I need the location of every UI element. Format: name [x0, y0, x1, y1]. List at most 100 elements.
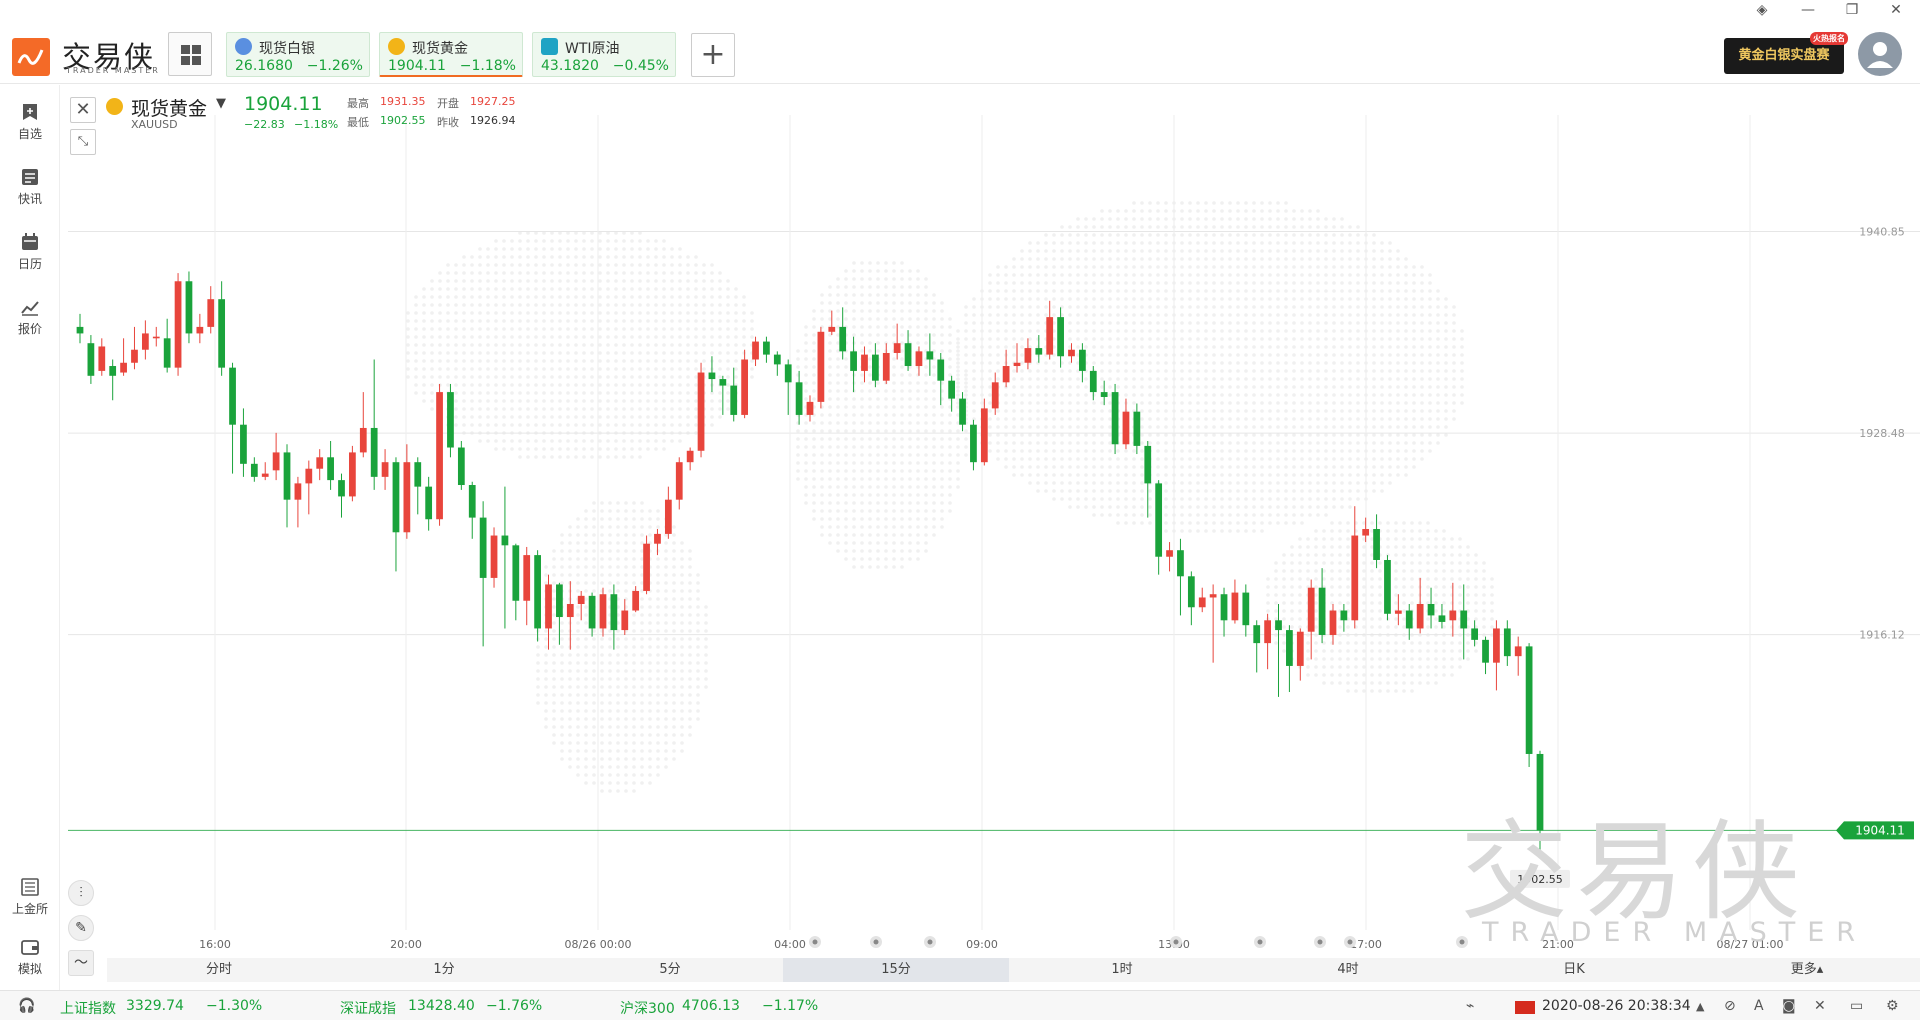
candle-body — [370, 427, 378, 477]
candle-body — [599, 594, 607, 629]
event-marker-dot — [812, 939, 818, 945]
index-value: 13428.40 — [408, 998, 475, 1014]
caret-up-icon[interactable]: ▲ — [1696, 1000, 1704, 1013]
network-icon[interactable]: ⌁ — [1466, 998, 1474, 1014]
candle-body — [1493, 628, 1500, 663]
settings-icon[interactable]: ⚙ — [1886, 998, 1899, 1014]
candle-body — [719, 379, 727, 386]
indicator-tool-icon[interactable]: ⫶ — [68, 880, 94, 906]
ticker-tab-gold[interactable]: 现货黄金 1904.11 −1.18% — [379, 32, 523, 77]
candle-body — [741, 359, 749, 415]
index-name[interactable]: 深证成指 — [340, 998, 396, 1018]
period-tab-timeshare[interactable]: 分时 — [107, 958, 331, 982]
candle-body — [163, 338, 171, 368]
camera-icon[interactable]: ◙ — [1782, 998, 1796, 1014]
trend-tool-icon[interactable]: 〜 — [68, 950, 94, 976]
period-tab-15m[interactable]: 15分 — [783, 958, 1009, 982]
event-marker-dot — [1257, 939, 1263, 945]
candle-body — [1089, 370, 1097, 393]
candle-body — [457, 447, 465, 486]
candle-body — [283, 452, 291, 500]
symbol-dropdown-icon[interactable]: ▼ — [216, 96, 226, 111]
candle-body — [327, 457, 334, 481]
sidebar-item-quotes[interactable]: 报价 — [0, 290, 60, 342]
candle-body — [1111, 392, 1119, 445]
candle-body — [1340, 610, 1348, 621]
candle-body — [1427, 604, 1435, 616]
candle-body — [1253, 625, 1261, 644]
add-ticker-button[interactable]: + — [691, 33, 735, 77]
sidebar-item-calendar[interactable]: 日历 — [0, 225, 60, 277]
restore-button[interactable]: ❐ — [1842, 2, 1862, 18]
candle-body — [915, 351, 923, 367]
candle-body — [850, 351, 857, 371]
minimize-button[interactable]: — — [1798, 2, 1818, 18]
sidebar-item-sge[interactable]: 上金所 — [0, 870, 60, 922]
close-panel-button[interactable]: ✕ — [70, 97, 96, 123]
close-icon: ✕ — [75, 99, 91, 120]
more-periods-button[interactable]: 更多▴ — [1767, 958, 1847, 982]
symbol-name[interactable]: 现货黄金 — [131, 94, 207, 121]
period-tab-1h[interactable]: 1时 — [1009, 958, 1235, 982]
logo-icon — [12, 38, 50, 76]
candle-body — [1351, 535, 1359, 621]
close-window-button[interactable]: ✕ — [1886, 2, 1906, 18]
candle-body — [1187, 576, 1195, 608]
period-tab-5m[interactable]: 5分 — [557, 958, 783, 982]
sidebar-item-news[interactable]: 快讯 — [0, 160, 60, 212]
event-marker-dot — [1173, 939, 1179, 945]
candle-body — [1264, 620, 1271, 644]
x-tick-label: 09:00 — [966, 938, 998, 951]
candle-body — [1460, 610, 1468, 629]
skin-icon[interactable]: ◈ — [1752, 2, 1772, 18]
period-tab-1m[interactable]: 1分 — [331, 958, 557, 982]
candle-body — [425, 486, 433, 520]
candle-body — [1231, 592, 1239, 621]
chart-type-icon[interactable]: ▭ — [1850, 998, 1863, 1014]
candle-body — [436, 392, 443, 520]
candle-body — [1449, 610, 1457, 621]
candle-body — [392, 462, 400, 533]
candle-body — [349, 452, 356, 497]
period-tab-daily[interactable]: 日K — [1461, 958, 1687, 982]
candle-body — [240, 424, 247, 464]
candle-body — [523, 555, 531, 601]
x-tick-label: 16:00 — [199, 938, 231, 951]
candle-body — [643, 543, 650, 591]
mute-icon[interactable]: ✕ — [1814, 998, 1826, 1014]
headset-icon[interactable]: 🎧 — [18, 998, 35, 1014]
top-bar: 交易侠 TRADER MASTER 现货白银 26.1680 −1.26% 现货… — [0, 0, 1920, 84]
symbol-pct: −1.18% — [294, 118, 339, 131]
candle-body — [566, 604, 574, 618]
ticker-tab-silver[interactable]: 现货白银 26.1680 −1.26% — [226, 32, 370, 77]
candle-body — [1057, 317, 1064, 357]
avatar[interactable] — [1858, 32, 1902, 76]
candle-body — [948, 380, 956, 399]
candle-body — [141, 333, 149, 350]
y-tick-label: 1916.12 — [1859, 629, 1905, 642]
candle-body — [1405, 610, 1413, 629]
exchange-icon — [21, 878, 39, 896]
candle-body — [1384, 559, 1391, 614]
screen-off-icon[interactable]: ⊘ — [1724, 998, 1736, 1014]
candle-body — [632, 590, 640, 611]
candle-body — [1514, 646, 1522, 657]
candle-body — [1144, 445, 1152, 484]
candle-body — [501, 535, 509, 546]
period-tab-4h[interactable]: 4时 — [1235, 958, 1461, 982]
sidebar-item-watchlist[interactable]: 自选 — [0, 95, 60, 147]
shrink-panel-button[interactable]: ⤡ — [70, 129, 96, 155]
candle-body — [784, 364, 792, 383]
candle-body — [1002, 366, 1010, 383]
sidebar-item-simulation[interactable]: 模拟 — [0, 930, 60, 982]
layout-grid-button[interactable] — [168, 32, 212, 76]
text-size-icon[interactable]: A — [1754, 998, 1764, 1014]
index-name[interactable]: 沪深300 — [620, 998, 675, 1018]
ticker-name: 现货白银 — [259, 41, 315, 57]
draw-pen-icon[interactable]: ✎ — [68, 915, 94, 941]
candle-body — [937, 359, 945, 381]
y-tick-label: 1940.85 — [1859, 226, 1905, 239]
promo-banner[interactable]: 黄金白银实盘赛 火热报名 — [1724, 32, 1848, 74]
ticker-tab-wti[interactable]: WTI原油 43.1820 −0.45% — [532, 32, 676, 77]
index-name[interactable]: 上证指数 — [60, 998, 116, 1018]
